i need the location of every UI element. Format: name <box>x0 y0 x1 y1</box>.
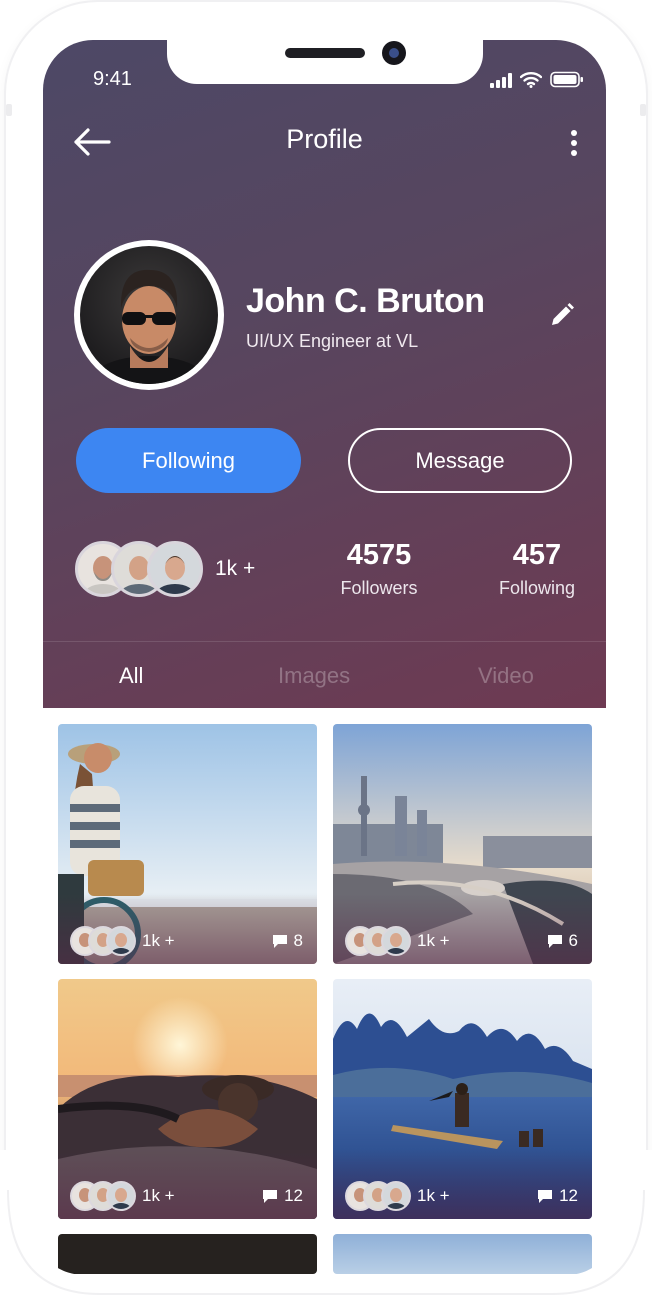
divider <box>43 641 606 642</box>
wifi-icon <box>520 72 542 88</box>
battery-icon <box>550 71 583 88</box>
status-time: 9:41 <box>93 68 132 90</box>
profile-role: UI/UX Engineer at VL <box>246 331 419 351</box>
following-stat[interactable]: 457 Following <box>495 539 579 599</box>
comment-count: 8 <box>293 931 303 950</box>
followers-stat[interactable]: 4575 Followers <box>335 539 423 599</box>
following-label: Following <box>498 578 576 598</box>
post-likes: 1k + <box>417 931 450 950</box>
post-comments[interactable]: 6 <box>547 931 578 951</box>
tab-images[interactable]: Images <box>278 663 350 689</box>
screen: 9:41 Profile John C. Bruton UI/UX Engine… <box>43 40 606 1298</box>
side-button <box>6 104 12 116</box>
post-card[interactable]: 1k + 6 <box>333 724 592 964</box>
more-vertical-icon[interactable] <box>563 128 585 158</box>
camera <box>382 41 406 65</box>
profile-name: John C. Bruton <box>246 282 485 320</box>
profile-header: 9:41 Profile John C. Bruton UI/UX Engine… <box>43 40 606 708</box>
comment-icon <box>272 934 287 948</box>
friends-avatars[interactable] <box>75 541 203 597</box>
signal-icon <box>490 72 512 88</box>
post-likes: 1k + <box>142 931 175 950</box>
phone-bottom-frame <box>0 1150 652 1298</box>
post-card[interactable]: 1k + 8 <box>58 724 317 964</box>
comment-icon <box>547 934 562 948</box>
avatar <box>106 926 136 956</box>
man-portrait <box>87 269 211 384</box>
side-button <box>640 104 646 116</box>
avatar <box>147 541 203 597</box>
followers-count: 4575 <box>346 539 412 571</box>
friends-count: 1k + <box>215 557 256 580</box>
post-likers <box>345 926 411 956</box>
avatar <box>80 246 218 384</box>
tab-video[interactable]: Video <box>478 663 534 689</box>
comment-count: 6 <box>568 931 578 950</box>
post-comments[interactable]: 8 <box>272 931 303 951</box>
post-likers <box>70 926 136 956</box>
notch <box>167 40 483 84</box>
profile-avatar[interactable] <box>74 240 224 390</box>
message-button[interactable]: Message <box>348 428 572 493</box>
pencil-icon[interactable] <box>549 302 575 328</box>
followers-label: Followers <box>340 578 418 598</box>
avatar <box>381 926 411 956</box>
tab-all[interactable]: All <box>119 663 143 689</box>
following-count: 457 <box>512 539 562 571</box>
status-icons <box>490 66 584 88</box>
following-button[interactable]: Following <box>76 428 301 493</box>
page-title: Profile <box>286 124 363 154</box>
speaker <box>285 48 365 58</box>
